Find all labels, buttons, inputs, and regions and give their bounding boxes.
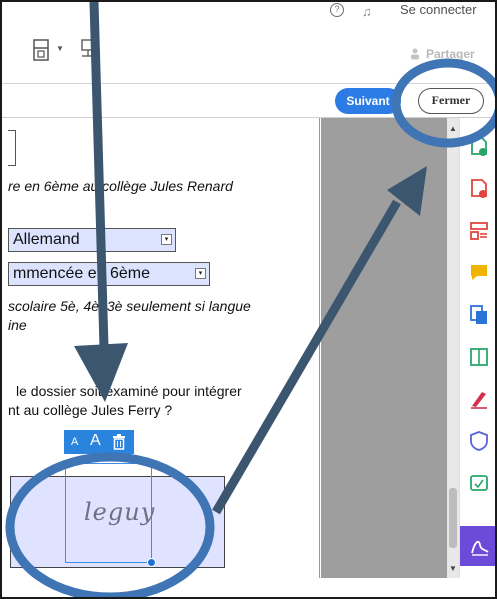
app-window: ? ♫ Se connecter ▼ Partager Suivant Ferm…	[0, 0, 497, 599]
vertical-scrollbar[interactable]: ▲ ▼	[447, 118, 459, 578]
login-link[interactable]: Se connecter	[400, 2, 477, 17]
scroll-up-icon[interactable]: ▲	[449, 124, 457, 133]
signature-toolbar: A A	[64, 430, 134, 454]
page-gutter	[321, 118, 447, 578]
trash-icon[interactable]	[112, 434, 126, 450]
next-button[interactable]: Suivant	[335, 88, 401, 114]
protect-icon[interactable]	[468, 430, 490, 452]
bell-icon[interactable]: ♫	[362, 4, 372, 19]
title-strip: ? ♫ Se connecter	[2, 2, 495, 24]
signature-icon	[471, 540, 489, 556]
doc-line: ine	[8, 317, 27, 333]
fill-sign-icon[interactable]	[468, 388, 490, 410]
signature-tool[interactable]	[460, 526, 495, 566]
form-actions-bar: Suivant Fermer	[2, 84, 495, 118]
pdf-page: re en 6ème au collège Jules Renard Allem…	[2, 118, 320, 578]
language-select-value: Allemand	[13, 231, 80, 248]
text-field-fragment[interactable]	[8, 130, 16, 166]
chevron-down-icon[interactable]: ▾	[195, 268, 206, 279]
send-for-signature-icon[interactable]	[468, 472, 490, 494]
compress-icon[interactable]	[468, 346, 490, 368]
language-select[interactable]: Allemand ▾	[8, 228, 176, 252]
comment-icon[interactable]	[468, 262, 490, 284]
stamp-icon[interactable]	[78, 38, 98, 60]
create-pdf-icon[interactable]	[468, 178, 490, 200]
file-compress-icon[interactable]	[32, 38, 52, 62]
chevron-down-icon[interactable]: ▾	[161, 234, 172, 245]
help-icon[interactable]: ?	[330, 3, 344, 17]
doc-line: le dossier soit examiné pour intégrer	[16, 383, 242, 399]
organize-pages-icon[interactable]	[468, 220, 490, 242]
resize-handle[interactable]	[147, 558, 156, 567]
combine-files-icon[interactable]	[468, 304, 490, 326]
start-level-select[interactable]: mmencée en 6ème ▾	[8, 262, 210, 286]
share-button[interactable]: Partager	[402, 40, 492, 68]
close-button[interactable]: Fermer	[418, 88, 484, 114]
person-icon	[411, 48, 419, 60]
start-level-select-value: mmencée en 6ème	[13, 265, 150, 282]
share-label: Partager	[426, 47, 475, 61]
scroll-down-icon[interactable]: ▼	[449, 564, 457, 573]
doc-line: scolaire 5è, 4è, 3è seulement si langue	[8, 298, 251, 314]
increase-size-button[interactable]: A	[90, 432, 101, 450]
decrease-size-button[interactable]: A	[71, 436, 78, 448]
doc-line: nt au collège Jules Ferry ?	[8, 402, 173, 418]
main-toolbar: ▼ Partager	[2, 24, 495, 84]
scroll-thumb[interactable]	[449, 488, 457, 548]
export-pdf-icon[interactable]	[468, 136, 490, 158]
chevron-down-icon[interactable]: ▼	[56, 44, 64, 53]
doc-line: re en 6ème au collège Jules Renard	[8, 178, 233, 194]
signature-text: leguy	[84, 498, 156, 526]
tools-rail	[459, 118, 495, 578]
